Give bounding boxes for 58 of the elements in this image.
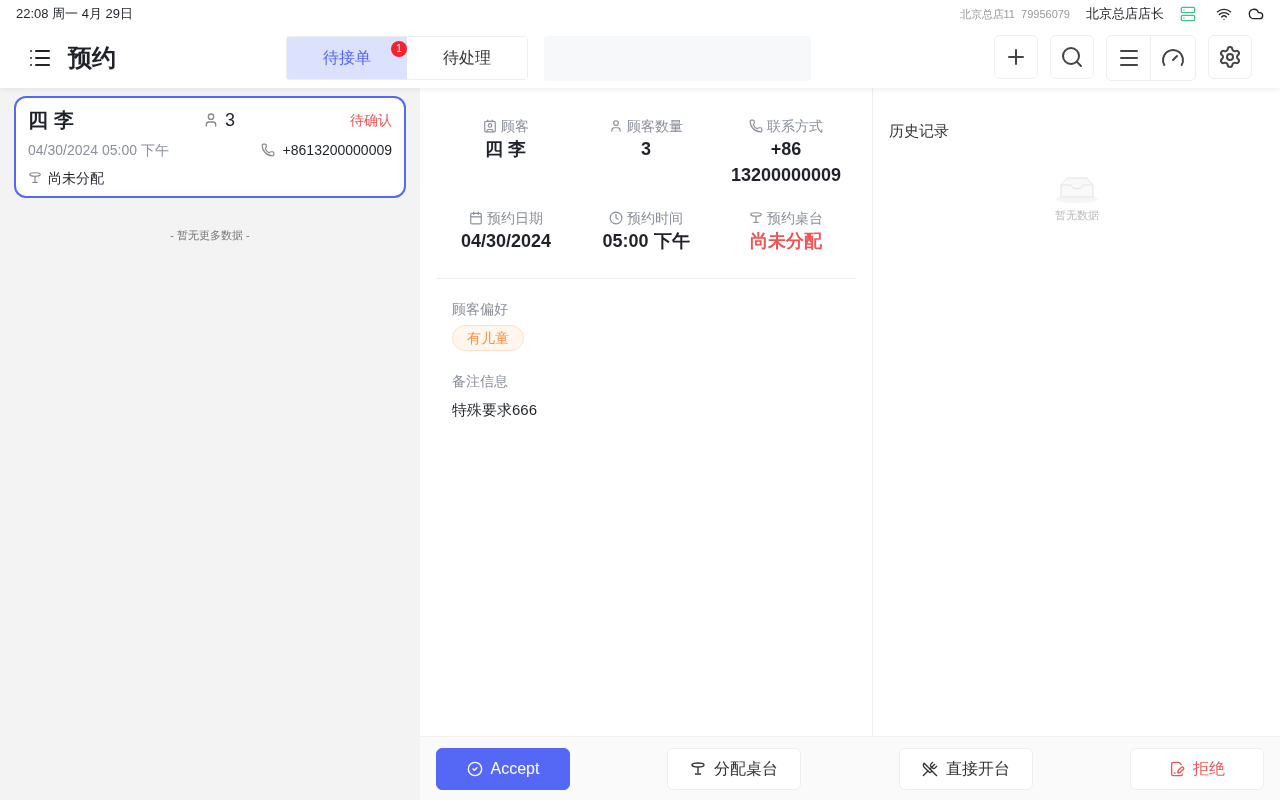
table-status: 尚未分配 xyxy=(48,169,104,188)
person-icon xyxy=(203,112,219,128)
action-button[interactable]: 拒绝 xyxy=(1130,747,1264,790)
field-value: 05:00 下午 xyxy=(602,230,690,253)
table-icon xyxy=(690,760,707,777)
field-value: 四 李 xyxy=(485,138,527,161)
status-time: 22:08 周一 4月 29日 xyxy=(16,5,134,24)
preferences-label: 顾客偏好 xyxy=(452,300,509,319)
cloud-icon xyxy=(1248,6,1264,22)
phone-icon xyxy=(260,143,275,157)
search-button[interactable] xyxy=(1050,35,1094,79)
preference-tag: 有儿童 xyxy=(452,325,524,351)
field-value: 3 xyxy=(641,138,651,161)
customer-name: 四 李 xyxy=(28,108,75,133)
person-icon xyxy=(609,119,623,133)
field-label: 预约时间 xyxy=(627,209,683,228)
utensils-icon xyxy=(921,760,938,777)
field-value: 尚未分配 xyxy=(750,230,822,253)
empty-text: 暂无数据 xyxy=(1054,207,1099,223)
no-more-data: - 暂无更多数据 - xyxy=(170,229,250,241)
action-button[interactable]: 分配桌台 xyxy=(667,747,802,790)
field-label: 联系方式 xyxy=(767,117,823,136)
field-label: 预约日期 xyxy=(487,209,543,228)
status-label: 待确认 xyxy=(350,111,392,130)
table-icon xyxy=(749,211,763,225)
reservation-card[interactable]: 四 李 3 待确认 04/30/2024 05:00 下午 +8613200000009 尚未分配 xyxy=(14,96,406,198)
id-card-icon xyxy=(483,119,497,133)
check-circle-icon xyxy=(466,760,483,777)
calendar-icon xyxy=(469,211,483,225)
history-title: 历史记录 xyxy=(889,121,950,141)
table-icon xyxy=(28,171,42,185)
tab[interactable]: 待接单 1 xyxy=(287,37,407,79)
field-value: +86 13200000009 xyxy=(729,138,843,187)
clock-icon xyxy=(609,211,623,225)
phone-icon xyxy=(749,119,763,133)
field-label: 预约桌台 xyxy=(767,209,823,228)
wifi-icon xyxy=(1216,6,1232,22)
reservation-time: 04/30/2024 05:00 下午 xyxy=(28,141,169,160)
user-name: 北京总店店长 xyxy=(1086,5,1164,24)
search-icon xyxy=(1060,45,1084,69)
store-id: 北京总店11 79956079 xyxy=(959,6,1070,22)
server-icon xyxy=(1180,6,1196,22)
add-button[interactable] xyxy=(994,35,1038,79)
field-value: 04/30/2024 xyxy=(460,230,552,253)
guest-count: 3 xyxy=(225,109,235,132)
notes-label: 备注信息 xyxy=(452,372,509,391)
count-badge: 1 xyxy=(391,41,407,57)
action-button[interactable]: 直接开台 xyxy=(898,747,1033,790)
settings-icon xyxy=(1218,45,1242,69)
page-title: 预约 xyxy=(68,43,117,73)
empty-inbox-icon xyxy=(1054,174,1099,203)
notes-text: 特殊要求666 xyxy=(452,400,539,420)
settings-button[interactable] xyxy=(1208,35,1252,79)
action-button[interactable]: Accept xyxy=(436,747,570,790)
document-icon xyxy=(1169,760,1185,777)
phone-number: +8613200000009 xyxy=(282,141,392,160)
field-label: 顾客 xyxy=(501,117,529,136)
field-label: 顾客数量 xyxy=(627,117,683,136)
